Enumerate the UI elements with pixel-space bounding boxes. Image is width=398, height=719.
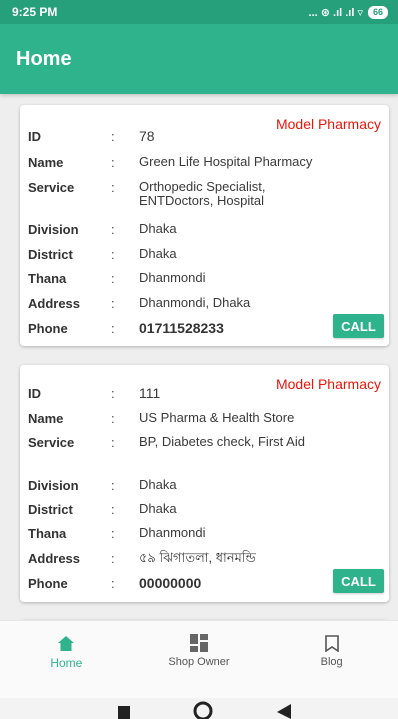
- phone-label: Phone: [28, 321, 68, 336]
- dashboard-icon: [190, 632, 208, 654]
- colon: :: [111, 411, 115, 426]
- division-value: Dhaka: [139, 221, 177, 236]
- app-bar: Home: [0, 24, 398, 94]
- colon: :: [111, 321, 115, 336]
- pharmacy-card: Model Pharmacy ID : 78 Name : Green Life…: [20, 105, 389, 346]
- bottom-navigation: Home Shop Owner Blog: [0, 620, 398, 698]
- signal-indicators: ... ⊛ .ıl .ıl ▿: [308, 6, 363, 19]
- address-label: Address: [28, 296, 81, 311]
- address-value: Dhanmondi, Dhaka: [139, 295, 251, 310]
- back-icon[interactable]: [277, 704, 291, 719]
- service-label: Service: [28, 180, 75, 195]
- phone-value: 00000000: [139, 575, 202, 591]
- thana-value: Dhanmondi: [139, 525, 206, 540]
- nav-item-shop-owner[interactable]: Shop Owner: [133, 621, 266, 698]
- district-label: District: [28, 502, 73, 517]
- name-label: Name: [28, 155, 64, 170]
- phone-value: 01711528233: [139, 320, 224, 336]
- colon: :: [111, 551, 115, 566]
- colon: :: [111, 271, 115, 286]
- id-label: ID: [28, 129, 41, 144]
- colon: :: [111, 129, 115, 144]
- pharmacy-list[interactable]: Model Pharmacy ID : 78 Name : Green Life…: [0, 94, 398, 620]
- service-value: Orthopedic Specialist, ENTDoctors, Hospi…: [139, 179, 266, 208]
- division-label: Division: [28, 478, 79, 493]
- colon: :: [111, 576, 115, 591]
- phone-label: Phone: [28, 576, 68, 591]
- status-icons: ... ⊛ .ıl .ıl ▿ 66: [308, 5, 388, 19]
- status-time: 9:25 PM: [12, 5, 58, 19]
- service-label: Service: [28, 435, 75, 450]
- bookmark-icon: [324, 632, 339, 654]
- id-label: ID: [28, 386, 41, 401]
- recent-apps-icon[interactable]: [118, 706, 130, 719]
- address-label: Address: [28, 551, 81, 566]
- district-value: Dhaka: [139, 501, 177, 516]
- nav-item-blog[interactable]: Blog: [265, 621, 398, 698]
- home-circle-icon[interactable]: [193, 701, 213, 719]
- district-label: District: [28, 247, 73, 262]
- nav-item-home[interactable]: Home: [0, 621, 133, 698]
- nav-label: Blog: [320, 656, 343, 668]
- colon: :: [111, 478, 115, 493]
- call-button[interactable]: CALL: [333, 314, 384, 338]
- nav-label: Home: [50, 656, 83, 670]
- page-title: Home: [16, 47, 72, 70]
- home-icon: [58, 632, 75, 654]
- colon: :: [111, 155, 115, 170]
- thana-label: Thana: [28, 271, 67, 286]
- thana-value: Dhanmondi: [139, 270, 206, 285]
- colon: :: [111, 180, 115, 195]
- division-value: Dhaka: [139, 477, 177, 492]
- address-value: ৫৯ ঝিগাতলা, ধানমন্ডি: [139, 550, 256, 565]
- division-label: Division: [28, 222, 79, 237]
- service-value: BP, Diabetes check, First Aid: [139, 434, 305, 449]
- id-value: 111: [139, 385, 161, 401]
- name-value: US Pharma & Health Store: [139, 410, 295, 425]
- colon: :: [111, 502, 115, 517]
- colon: :: [111, 435, 115, 450]
- thana-label: Thana: [28, 526, 67, 541]
- nav-label: Shop Owner: [168, 656, 230, 668]
- name-label: Name: [28, 411, 64, 426]
- colon: :: [111, 296, 115, 311]
- battery-icon: 66: [367, 5, 388, 19]
- colon: :: [111, 526, 115, 541]
- name-value: Green Life Hospital Pharmacy: [139, 154, 313, 169]
- system-navigation-bar: [0, 698, 398, 719]
- colon: :: [111, 222, 115, 237]
- colon: :: [111, 247, 115, 262]
- call-button[interactable]: CALL: [333, 569, 384, 593]
- status-bar: 9:25 PM ... ⊛ .ıl .ıl ▿ 66: [0, 0, 398, 24]
- id-value: 78: [139, 128, 155, 144]
- district-value: Dhaka: [139, 246, 177, 261]
- pharmacy-card: Model Pharmacy ID : 111 Name : US Pharma…: [20, 365, 389, 602]
- colon: :: [111, 386, 115, 401]
